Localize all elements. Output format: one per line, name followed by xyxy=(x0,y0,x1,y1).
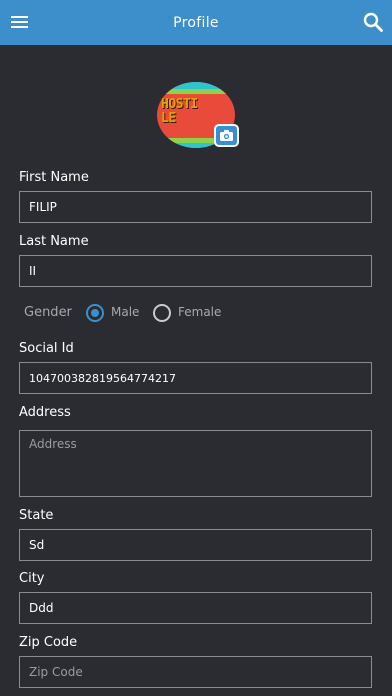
gender-female-radio[interactable] xyxy=(153,304,171,322)
state-label: State xyxy=(19,508,54,523)
app-bar: Profile xyxy=(0,0,392,45)
last-name-field[interactable] xyxy=(19,255,372,287)
avatar-logo-line1: HOSTI xyxy=(161,97,198,112)
address-label: Address xyxy=(19,405,71,420)
search-icon[interactable] xyxy=(362,11,384,33)
change-photo-button[interactable] xyxy=(214,124,239,147)
last-name-label: Last Name xyxy=(19,234,89,249)
social-id-label: Social Id xyxy=(19,341,74,356)
first-name-field[interactable] xyxy=(19,191,372,223)
state-field[interactable] xyxy=(19,529,372,561)
gender-male-radio[interactable] xyxy=(86,304,104,322)
address-field[interactable] xyxy=(19,430,372,497)
menu-icon[interactable] xyxy=(9,11,31,33)
gender-male-label[interactable]: Male xyxy=(111,305,139,319)
gender-label: Gender xyxy=(24,305,72,320)
city-field[interactable] xyxy=(19,592,372,624)
first-name-label: First Name xyxy=(19,170,89,185)
zip-code-label: Zip Code xyxy=(19,635,78,650)
social-id-field[interactable] xyxy=(19,362,372,394)
gender-female-label[interactable]: Female xyxy=(178,305,221,319)
page-title: Profile xyxy=(173,14,219,31)
city-label: City xyxy=(19,571,45,586)
camera-icon xyxy=(220,130,233,141)
zip-code-field[interactable] xyxy=(19,656,372,688)
